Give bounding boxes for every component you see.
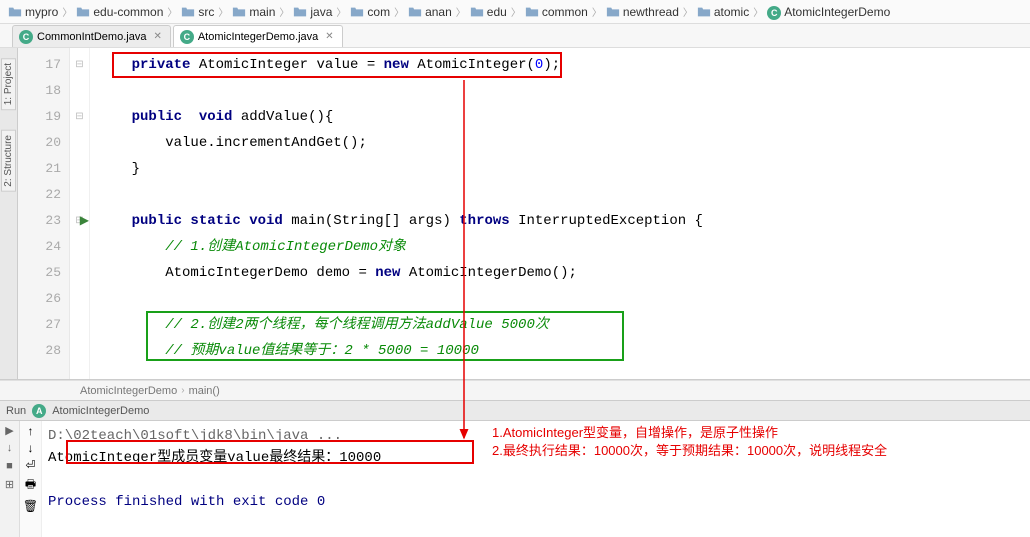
folder-icon [697, 5, 711, 19]
code-line[interactable]: public void addValue(){ [98, 104, 1030, 130]
fold-marker[interactable]: ⊟ [70, 52, 89, 78]
code-line[interactable] [98, 286, 1030, 312]
line-number[interactable]: 25 [18, 260, 61, 286]
down-arrow-icon[interactable]: ↓ [28, 441, 34, 455]
editor-crumb-method[interactable]: main() [189, 385, 220, 397]
annotation-line-1: 1.AtomicInteger型变量，自增操作，是原子性操作 [492, 424, 887, 442]
breadcrumb-item[interactable]: CAtomicIntegerDemo [765, 5, 892, 19]
fold-marker[interactable] [70, 312, 89, 338]
run-config-icon: A [32, 404, 46, 418]
folder-icon [606, 5, 620, 19]
class-icon: C [19, 30, 33, 44]
editor-crumbs[interactable]: AtomicIntegerDemo › main() [0, 380, 1030, 400]
breadcrumb-item[interactable]: mypro [6, 5, 60, 19]
run-header: Run A AtomicIntegerDemo [0, 401, 1030, 421]
annotation-text: 1.AtomicInteger型变量，自增操作，是原子性操作 2.最终执行结果：… [492, 424, 887, 460]
folder-icon [293, 5, 307, 19]
code-line[interactable]: // 预期value值结果等于：2 * 5000 = 10000 [98, 338, 1030, 364]
breadcrumb-bar: mypro〉edu-common〉src〉main〉java〉com〉anan〉… [0, 0, 1030, 24]
code-line[interactable] [98, 78, 1030, 104]
folder-icon [408, 5, 422, 19]
layout-icon[interactable]: ⊞ [3, 478, 17, 492]
fold-marker[interactable] [70, 286, 89, 312]
line-number[interactable]: 20 [18, 130, 61, 156]
folder-icon [232, 5, 246, 19]
code-line[interactable]: } [98, 156, 1030, 182]
fold-marker[interactable] [70, 338, 89, 364]
rerun-icon[interactable]: ▶ [3, 424, 17, 438]
line-number[interactable]: 18 [18, 78, 61, 104]
run-label: Run [6, 405, 26, 417]
line-number[interactable]: 28 [18, 338, 61, 364]
line-number[interactable]: 27 [18, 312, 61, 338]
run-toolbar-primary: ▶ ↓ ■ ⊞ [0, 421, 20, 537]
code-line[interactable]: public static void main(String[] args) t… [98, 208, 1030, 234]
line-gutter[interactable]: 17181920212223▶2425262728 [18, 48, 70, 379]
close-icon[interactable]: ✕ [150, 31, 161, 42]
code-line[interactable]: // 1.创建AtomicIntegerDemo对象 [98, 234, 1030, 260]
class-icon: C [767, 5, 781, 19]
tab-label: CommonIntDemo.java [37, 31, 146, 43]
folder-icon [181, 5, 195, 19]
line-number[interactable]: 22 [18, 182, 61, 208]
breadcrumb-item[interactable]: edu-common [74, 5, 165, 19]
fold-marker[interactable] [70, 156, 89, 182]
breadcrumb-item[interactable]: main [230, 5, 277, 19]
run-config-name[interactable]: AtomicIntegerDemo [52, 405, 149, 417]
folder-icon [470, 5, 484, 19]
code-editor[interactable]: private AtomicInteger value = new Atomic… [90, 48, 1030, 379]
console-exit: Process finished with exit code 0 [48, 491, 1024, 513]
folder-icon [525, 5, 539, 19]
line-number[interactable]: 26 [18, 286, 61, 312]
folder-icon [8, 5, 22, 19]
line-number[interactable]: 23▶ [18, 208, 61, 234]
code-line[interactable]: value.incrementAndGet(); [98, 130, 1030, 156]
down-icon[interactable]: ↓ [3, 442, 17, 456]
line-number[interactable]: 24 [18, 234, 61, 260]
fold-marker[interactable] [70, 260, 89, 286]
editor-tabs: C CommonIntDemo.java ✕ C AtomicIntegerDemo.j… [0, 24, 1030, 48]
tab-label: AtomicIntegerDemo.java [198, 31, 318, 43]
line-number[interactable]: 19 [18, 104, 61, 130]
annotation-line-2: 2.最终执行结果：10000次，等于预期结果：10000次，说明线程安全 [492, 442, 887, 460]
breadcrumb-item[interactable]: common [523, 5, 590, 19]
editor-tab[interactable]: C AtomicIntegerDemo.java ✕ [173, 25, 343, 47]
stop-icon[interactable]: ■ [3, 460, 17, 474]
breadcrumb-item[interactable]: java [291, 5, 334, 19]
tool-window-tabs[interactable]: 1: Project 2: Structure [0, 48, 18, 379]
editor-crumb-class[interactable]: AtomicIntegerDemo [80, 385, 177, 397]
close-icon[interactable]: ✕ [322, 31, 333, 42]
run-toolbar-secondary: ↑ ↓ ⏎ 🖶 🗑 [20, 421, 42, 537]
wrap-icon[interactable]: ⏎ [25, 458, 35, 472]
breadcrumb-item[interactable]: com [348, 5, 392, 19]
run-panel: Run A AtomicIntegerDemo ▶ ↓ ■ ⊞ ↑ ↓ ⏎ 🖶 … [0, 400, 1030, 537]
fold-marker[interactable] [70, 234, 89, 260]
up-arrow-icon[interactable]: ↑ [28, 424, 34, 438]
folder-icon [350, 5, 364, 19]
code-line[interactable]: // 2.创建2两个线程，每个线程调用方法addValue 5000次 [98, 312, 1030, 338]
folder-icon [76, 5, 90, 19]
editor-tab[interactable]: C CommonIntDemo.java ✕ [12, 25, 171, 47]
breadcrumb-item[interactable]: newthread [604, 5, 681, 19]
fold-marker[interactable] [70, 182, 89, 208]
code-line[interactable]: private AtomicInteger value = new Atomic… [98, 52, 1030, 78]
side-tab-project[interactable]: 1: Project [1, 58, 16, 110]
fold-marker[interactable]: ⊟ [70, 104, 89, 130]
breadcrumb-item[interactable]: edu [468, 5, 509, 19]
fold-marker[interactable] [70, 78, 89, 104]
breadcrumb-item[interactable]: src [179, 5, 216, 19]
code-line[interactable]: AtomicIntegerDemo demo = new AtomicInteg… [98, 260, 1030, 286]
print-icon[interactable]: 🖶 [25, 475, 36, 496]
trash-icon[interactable]: 🗑 [23, 499, 38, 513]
side-tab-structure[interactable]: 2: Structure [1, 130, 16, 192]
class-icon: C [180, 30, 194, 44]
line-number[interactable]: 17 [18, 52, 61, 78]
editor-area: 1: Project 2: Structure 17181920212223▶2… [0, 48, 1030, 380]
run-gutter-icon[interactable]: ▶ [80, 208, 89, 234]
breadcrumb-item[interactable]: atomic [695, 5, 751, 19]
fold-marker[interactable] [70, 130, 89, 156]
breadcrumb-item[interactable]: anan [406, 5, 454, 19]
code-line[interactable] [98, 182, 1030, 208]
line-number[interactable]: 21 [18, 156, 61, 182]
